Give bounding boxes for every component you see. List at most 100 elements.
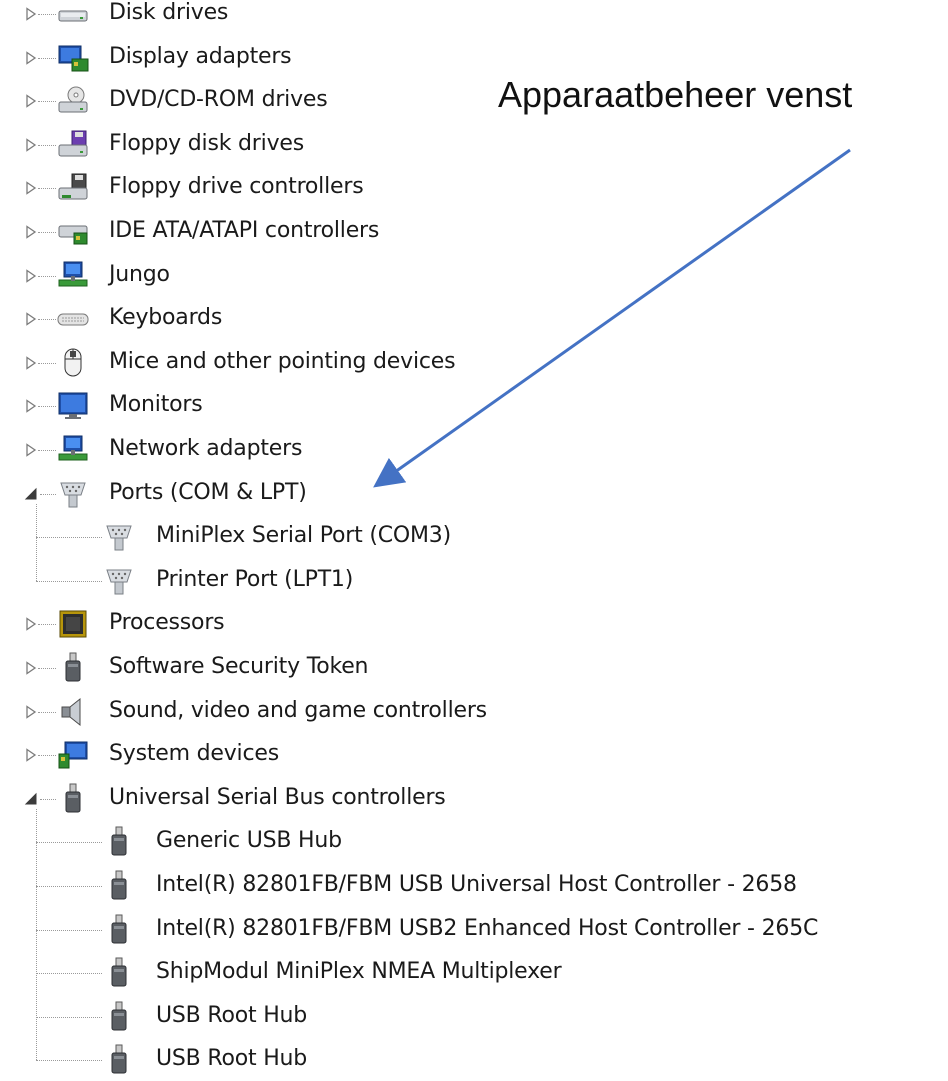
tree-node-label: Floppy disk drives (109, 130, 304, 156)
tree-node[interactable]: Jungo (0, 256, 948, 296)
tree-connector (38, 188, 56, 190)
tree-node-label: Jungo (109, 261, 170, 287)
port-icon (102, 520, 136, 554)
tree-node-label: Processors (109, 610, 225, 636)
collapsed-arrow-icon[interactable] (24, 181, 38, 196)
dvd-drive-icon (56, 84, 90, 118)
tree-node[interactable]: Universal Serial Bus controllers (0, 779, 948, 819)
usb-icon (102, 1000, 136, 1034)
tree-node-label: Display adapters (109, 43, 292, 69)
tree-connector (38, 450, 56, 451)
tree-node[interactable]: Network adapters (0, 430, 948, 470)
collapsed-arrow-icon[interactable] (24, 138, 38, 152)
tree-connector (36, 929, 102, 931)
tree-connector (36, 580, 102, 582)
tree-node[interactable]: Sound, video and game controllers (0, 692, 948, 732)
tree-node[interactable]: ShipModul MiniPlex NMEA Multiplexer (0, 953, 948, 993)
collapsed-arrow-icon[interactable] (24, 399, 38, 414)
tree-node[interactable]: Ports (COM & LPT) (0, 474, 948, 514)
usb-icon (102, 825, 136, 859)
collapsed-arrow-icon[interactable] (24, 356, 38, 370)
collapsed-arrow-icon[interactable] (24, 7, 38, 21)
tree-node[interactable]: IDE ATA/ATAPI controllers (0, 212, 948, 252)
tree-connector (38, 144, 56, 146)
tree-node-label: Intel(R) 82801FB/FBM USB2 Enhanced Host … (156, 915, 819, 941)
tree-node-label: MiniPlex Serial Port (COM3) (156, 523, 451, 549)
tree-node-label: System devices (109, 741, 279, 767)
tree-connector (38, 755, 56, 757)
usb-icon (102, 869, 136, 903)
tree-node-label: Network adapters (109, 436, 303, 461)
collapsed-arrow-icon[interactable] (24, 748, 38, 762)
tree-node[interactable]: System devices (0, 735, 948, 775)
collapsed-arrow-icon[interactable] (24, 312, 38, 326)
tree-connector (38, 711, 56, 713)
tree-node-label: Software Security Token (109, 654, 369, 679)
tree-node-label: Intel(R) 82801FB/FBM USB Universal Host … (156, 872, 797, 897)
tree-node[interactable]: Floppy disk drives (0, 125, 948, 165)
tree-node[interactable]: Floppy drive controllers (0, 168, 948, 208)
port-icon (102, 564, 136, 598)
usb-icon (56, 782, 90, 816)
tree-node-label: DVD/CD-ROM drives (109, 87, 328, 113)
tree-node-label: Floppy drive controllers (109, 174, 364, 200)
usb-icon (56, 651, 90, 685)
network-icon (56, 259, 90, 293)
tree-node[interactable]: MiniPlex Serial Port (COM3) (0, 517, 948, 557)
tree-connector (36, 503, 37, 581)
mouse-icon (56, 346, 90, 380)
tree-connector (38, 624, 56, 626)
tree-node[interactable]: Processors (0, 604, 948, 644)
tree-node[interactable]: USB Root Hub (0, 1040, 948, 1080)
display-adapter-icon (56, 41, 90, 75)
tree-connector (38, 101, 56, 103)
ide-controller-icon (56, 215, 90, 249)
device-tree: Disk drives Display adapters DVD/CD-ROM dr… (0, 0, 948, 1081)
port-icon (56, 477, 90, 511)
collapsed-arrow-icon[interactable] (24, 268, 38, 283)
collapsed-arrow-icon[interactable] (24, 443, 38, 457)
collapsed-arrow-icon[interactable] (24, 704, 38, 719)
tree-node[interactable]: Intel(R) 82801FB/FBM USB2 Enhanced Host … (0, 910, 948, 950)
monitor-icon (56, 389, 90, 423)
tree-node-label: Disk drives (109, 0, 229, 25)
expanded-arrow-icon[interactable] (24, 792, 38, 806)
tree-node-label: Generic USB Hub (156, 828, 342, 854)
collapsed-arrow-icon[interactable] (24, 50, 38, 65)
tree-node[interactable]: Disk drives (0, 0, 948, 34)
tree-node-label: Ports (COM & LPT) (109, 479, 307, 505)
tree-node-label: USB Root Hub (156, 1046, 308, 1072)
usb-icon (102, 913, 136, 947)
tree-node-label: Universal Serial Bus controllers (109, 784, 446, 810)
tree-connector (38, 57, 56, 59)
tree-node[interactable]: Mice and other pointing devices (0, 343, 948, 383)
usb-icon (102, 1043, 136, 1077)
tree-node-label: Monitors (109, 392, 203, 418)
collapsed-arrow-icon[interactable] (24, 617, 38, 632)
tree-node[interactable]: Printer Port (LPT1) (0, 561, 948, 601)
floppy-controller-icon (56, 171, 90, 205)
tree-node[interactable]: Keyboards (0, 299, 948, 339)
tree-connector (40, 798, 56, 800)
speaker-icon (56, 695, 90, 729)
tree-node[interactable]: Intel(R) 82801FB/FBM USB Universal Host … (0, 866, 948, 906)
tree-node[interactable]: USB Root Hub (0, 997, 948, 1037)
tree-node[interactable]: Monitors (0, 386, 948, 426)
tree-connector (38, 275, 56, 277)
tree-connector (38, 668, 56, 669)
tree-node-label: Printer Port (LPT1) (156, 566, 354, 592)
expanded-arrow-icon[interactable] (24, 487, 38, 501)
tree-node[interactable]: Generic USB Hub (0, 822, 948, 862)
tree-connector (38, 362, 56, 364)
collapsed-arrow-icon[interactable] (24, 225, 38, 239)
collapsed-arrow-icon[interactable] (24, 94, 38, 108)
usb-icon (102, 956, 136, 990)
tree-node[interactable]: Display adapters (0, 38, 948, 78)
processor-icon (56, 607, 90, 641)
tree-node[interactable]: Software Security Token (0, 648, 948, 688)
collapsed-arrow-icon[interactable] (24, 661, 38, 675)
tree-node-label: Mice and other pointing devices (109, 348, 456, 374)
network-icon (56, 433, 90, 467)
tree-connector (36, 1016, 102, 1018)
tree-node-label: IDE ATA/ATAPI controllers (109, 218, 380, 243)
